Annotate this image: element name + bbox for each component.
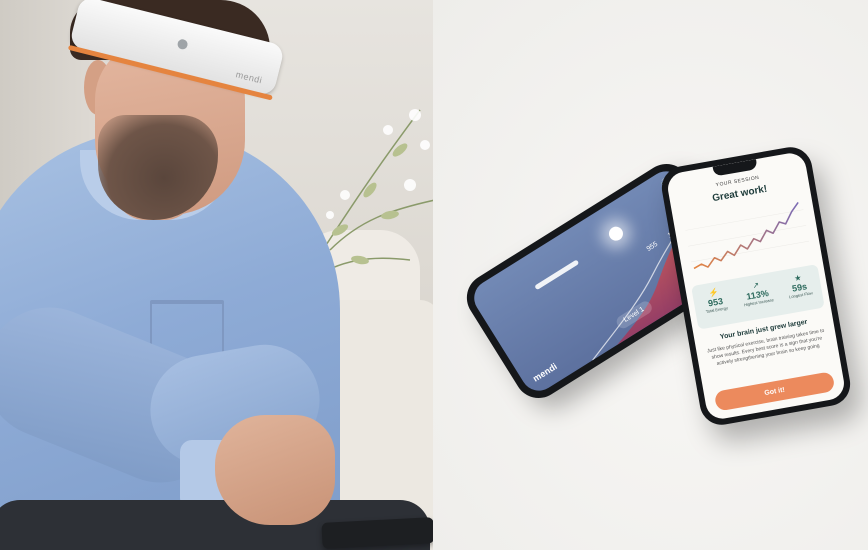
session-chart	[685, 201, 810, 270]
lifestyle-photo: mendi	[0, 0, 433, 550]
headband-sensor	[176, 38, 189, 51]
app-brand: mendi	[531, 361, 559, 384]
stat-highest-increase: ↗ 113% Highest Increase	[735, 278, 779, 309]
phone-notch	[712, 159, 758, 177]
got-it-button[interactable]: Got it!	[713, 371, 836, 412]
stat-total-energy: ⚡ 953 Total Energy	[693, 285, 737, 316]
stat-longest-flow: ★ 59s Longest Flow	[777, 270, 821, 301]
headband-logo: mendi	[234, 69, 264, 86]
clasped-hands	[215, 415, 335, 525]
